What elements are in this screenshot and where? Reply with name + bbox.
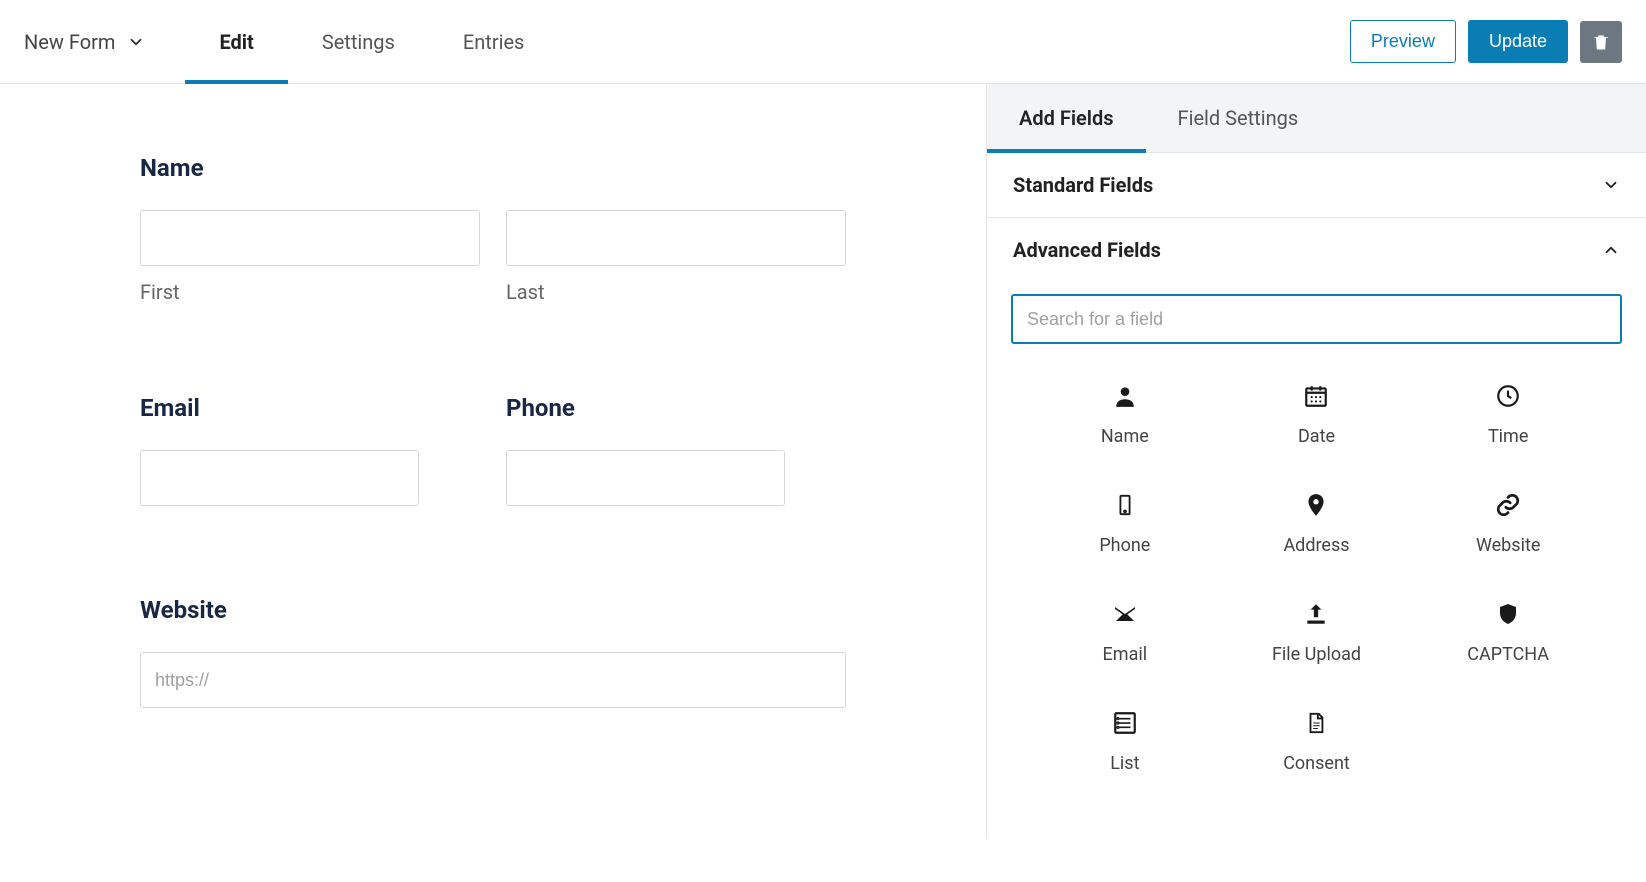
- phone-icon: [1111, 491, 1139, 519]
- field-email[interactable]: Email: [140, 394, 480, 506]
- field-label: Email: [140, 394, 480, 422]
- last-name-input[interactable]: [506, 210, 846, 266]
- field-type-date[interactable]: Date: [1225, 364, 1409, 465]
- field-label: Name: [140, 154, 846, 182]
- accordion-standard-fields[interactable]: Standard Fields: [987, 153, 1646, 218]
- field-phone[interactable]: Phone: [506, 394, 846, 506]
- field-type-website[interactable]: Website: [1416, 473, 1600, 574]
- last-name-sublabel: Last: [506, 280, 846, 304]
- field-label: Phone: [506, 394, 846, 422]
- envelope-icon: [1111, 600, 1139, 628]
- first-name-sublabel: First: [140, 280, 480, 304]
- main-nav-tabs: Edit Settings Entries: [185, 0, 558, 84]
- field-type-label: Consent: [1283, 753, 1350, 774]
- field-type-label: Address: [1283, 535, 1349, 556]
- field-type-label: Website: [1476, 535, 1540, 556]
- form-title: New Form: [24, 30, 115, 54]
- delete-button[interactable]: [1580, 21, 1622, 63]
- chevron-down-icon: [1602, 176, 1620, 194]
- preview-button[interactable]: Preview: [1350, 20, 1456, 63]
- user-icon: [1111, 382, 1139, 410]
- link-icon: [1494, 491, 1522, 519]
- calendar-icon: [1302, 382, 1330, 410]
- field-type-consent[interactable]: Consent: [1225, 691, 1409, 792]
- form-title-dropdown[interactable]: New Form: [24, 30, 145, 54]
- field-type-label: Email: [1103, 644, 1148, 665]
- sidebar-tab-add-fields[interactable]: Add Fields: [987, 84, 1146, 152]
- field-search-input[interactable]: [1011, 294, 1622, 344]
- sidebar: Add Fields Field Settings Standard Field…: [986, 84, 1646, 838]
- field-website[interactable]: Website: [140, 596, 846, 708]
- website-input[interactable]: [140, 652, 846, 708]
- field-name[interactable]: Name First Last: [140, 154, 846, 304]
- field-type-address[interactable]: Address: [1225, 473, 1409, 574]
- email-input[interactable]: [140, 450, 419, 506]
- field-type-label: Phone: [1099, 535, 1150, 556]
- trash-icon: [1591, 32, 1611, 52]
- field-type-phone[interactable]: Phone: [1033, 473, 1217, 574]
- upload-icon: [1302, 600, 1330, 628]
- field-type-captcha[interactable]: CAPTCHA: [1416, 582, 1600, 683]
- field-type-label: Name: [1101, 426, 1149, 447]
- field-type-name[interactable]: Name: [1033, 364, 1217, 465]
- pin-icon: [1302, 491, 1330, 519]
- chevron-down-icon: [127, 33, 145, 51]
- field-type-label: Time: [1488, 426, 1528, 447]
- shield-icon: [1494, 600, 1522, 628]
- field-type-label: Date: [1298, 426, 1335, 447]
- field-type-list[interactable]: List: [1033, 691, 1217, 792]
- clock-icon: [1494, 382, 1522, 410]
- field-type-email[interactable]: Email: [1033, 582, 1217, 683]
- sidebar-tab-field-settings[interactable]: Field Settings: [1146, 84, 1331, 152]
- field-type-label: File Upload: [1272, 644, 1361, 665]
- chevron-up-icon: [1602, 241, 1620, 259]
- list-icon: [1111, 709, 1139, 737]
- field-type-time[interactable]: Time: [1416, 364, 1600, 465]
- field-type-file-upload[interactable]: File Upload: [1225, 582, 1409, 683]
- update-button[interactable]: Update: [1468, 20, 1568, 63]
- phone-input[interactable]: [506, 450, 785, 506]
- tab-edit[interactable]: Edit: [185, 0, 287, 84]
- document-icon: [1302, 709, 1330, 737]
- field-type-label: List: [1110, 753, 1139, 774]
- tab-entries[interactable]: Entries: [429, 0, 559, 84]
- accordion-advanced-fields[interactable]: Advanced Fields: [987, 218, 1646, 282]
- tab-settings[interactable]: Settings: [288, 0, 429, 84]
- field-label: Website: [140, 596, 846, 624]
- field-type-label: CAPTCHA: [1467, 644, 1549, 665]
- first-name-input[interactable]: [140, 210, 480, 266]
- form-canvas: Name First Last Email Phone: [0, 84, 986, 838]
